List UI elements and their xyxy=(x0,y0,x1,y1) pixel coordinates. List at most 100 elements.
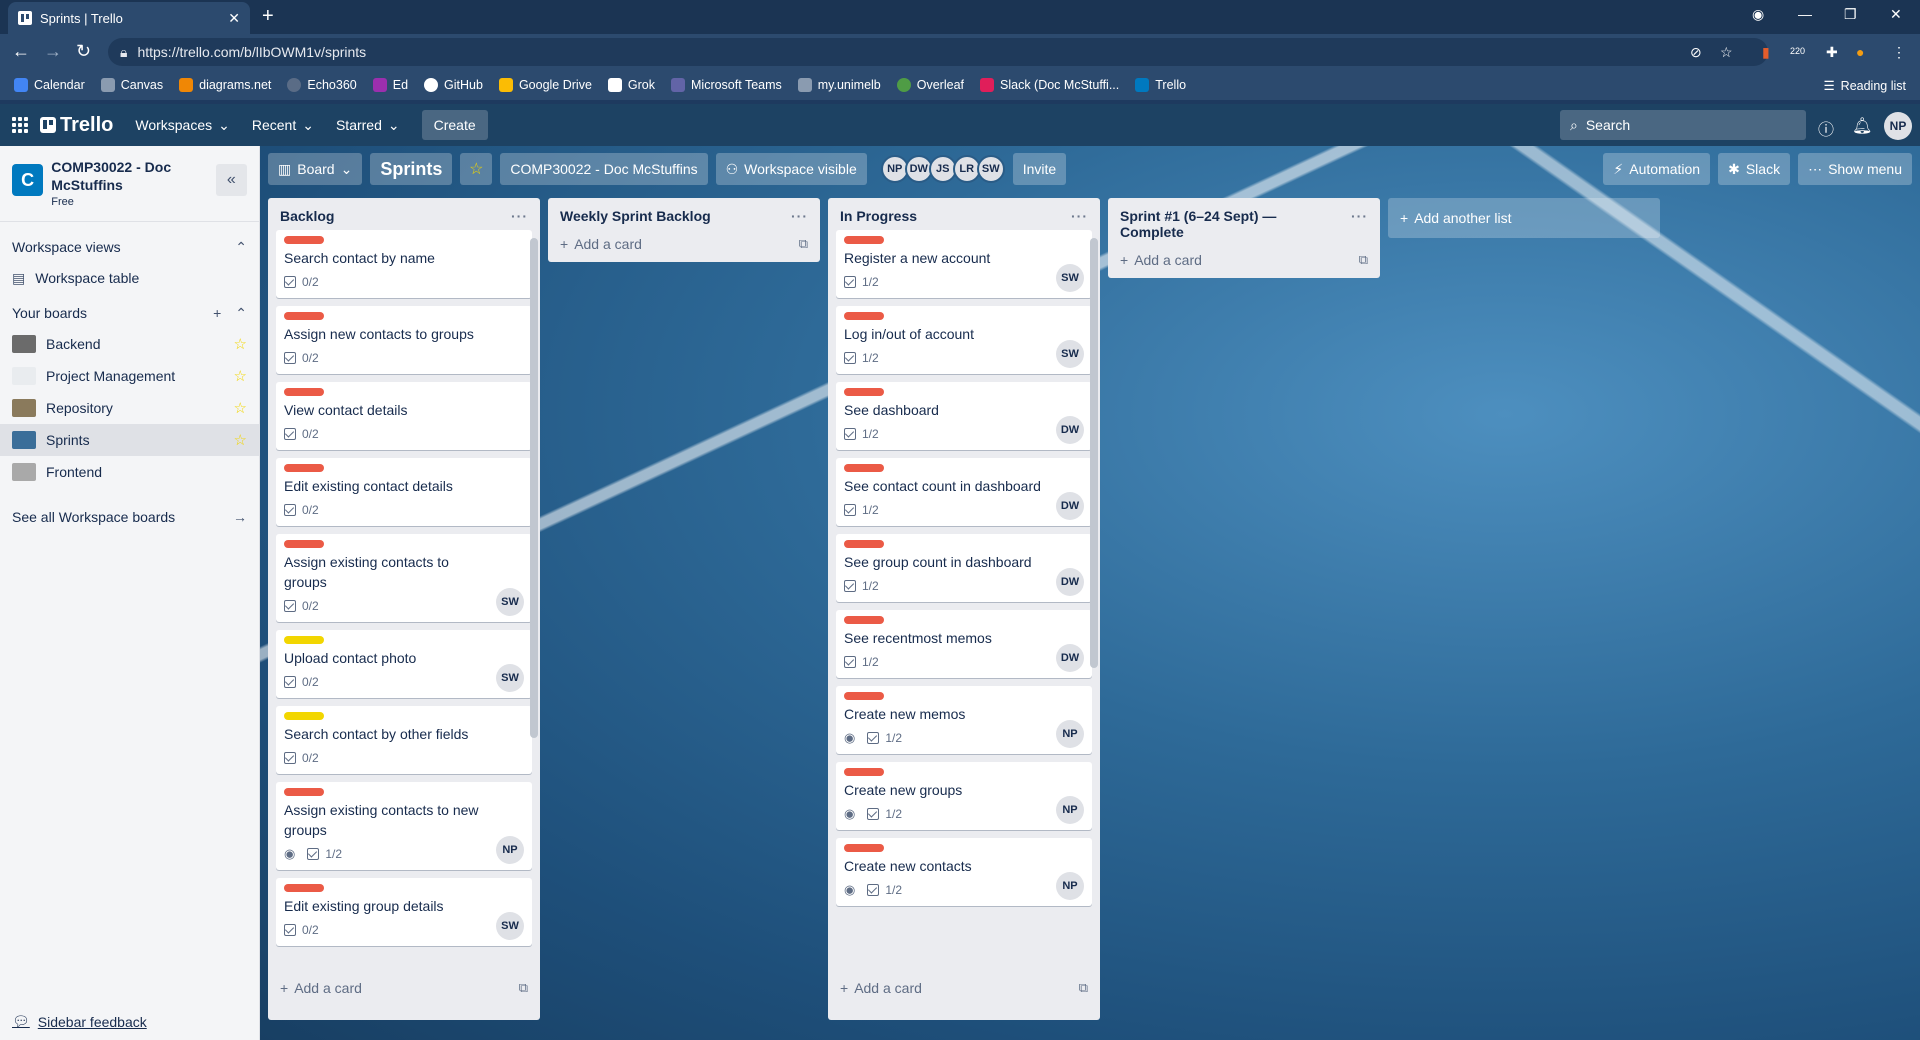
add-card-button[interactable]: + Add a card ⧉ xyxy=(828,974,1100,1006)
bookmark-grok[interactable]: Grok xyxy=(607,78,655,92)
card[interactable]: Assign existing contacts to groups 0/2 SW xyxy=(276,534,532,622)
card[interactable]: See contact count in dashboard 1/2 DW xyxy=(836,458,1092,526)
bookmark-calendar[interactable]: Calendar xyxy=(14,78,85,92)
workspace-logo[interactable]: C xyxy=(12,164,44,196)
card-member-avatar[interactable]: NP xyxy=(1056,720,1084,748)
trello-logo[interactable]: Trello xyxy=(40,114,113,137)
close-tab-icon[interactable]: ✕ xyxy=(228,10,240,27)
board-title[interactable]: Sprints xyxy=(370,153,453,185)
list-menu-icon[interactable]: ··· xyxy=(791,208,808,224)
extension-badge[interactable]: 220 xyxy=(1790,46,1805,56)
bookmark-canvas[interactable]: Canvas xyxy=(100,78,163,92)
card[interactable]: View contact details 0/2 xyxy=(276,382,532,450)
card[interactable]: See group count in dashboard 1/2 DW xyxy=(836,534,1092,602)
card-member-avatar[interactable]: SW xyxy=(496,912,524,940)
list-menu-icon[interactable]: ··· xyxy=(511,208,528,224)
create-button[interactable]: Create xyxy=(421,110,488,140)
star-board-icon[interactable]: ☆ xyxy=(460,153,493,185)
sidebar-item-sprints[interactable]: Sprints ☆ xyxy=(0,424,259,456)
see-all-boards-link[interactable]: See all Workspace boards → xyxy=(0,502,259,532)
recent-menu[interactable]: Recent ⌄ xyxy=(252,117,314,134)
bookmark-ed[interactable]: Ed xyxy=(372,78,408,92)
list-in-progress[interactable]: In Progress ··· Register a new account 1/2… xyxy=(828,198,1100,1020)
workspace-name[interactable]: COMP30022 - Doc McStuffins xyxy=(51,158,207,194)
red-label[interactable] xyxy=(284,540,324,548)
red-label[interactable] xyxy=(284,312,324,320)
card-member-avatar[interactable]: DW xyxy=(1056,568,1084,596)
workspace-views-section[interactable]: Workspace views ⌃ xyxy=(0,232,259,262)
bookmark-star-icon[interactable]: ☆ xyxy=(1720,44,1733,61)
red-label[interactable] xyxy=(844,464,884,472)
card-member-avatar[interactable]: NP xyxy=(1056,796,1084,824)
chevron-up-icon[interactable]: ⌃ xyxy=(235,305,247,322)
add-card-button[interactable]: + Add a card ⧉ xyxy=(1108,246,1380,278)
browser-menu-icon[interactable]: ⋮ xyxy=(1892,44,1906,61)
extensions-puzzle-icon[interactable]: ✚ xyxy=(1826,44,1838,61)
bookmark-trello[interactable]: Trello xyxy=(1135,78,1186,92)
card[interactable]: Register a new account 1/2 SW xyxy=(836,230,1092,298)
list-menu-icon[interactable]: ··· xyxy=(1351,208,1368,224)
add-card-button[interactable]: + Add a card ⧉ xyxy=(268,974,540,1006)
tracking-off-icon[interactable]: ⊘ xyxy=(1690,44,1702,61)
card-member-avatar[interactable]: SW xyxy=(1056,264,1084,292)
add-card-button[interactable]: + Add a card ⧉ xyxy=(548,230,820,262)
bookmark-github[interactable]: GitHub xyxy=(424,78,483,92)
card-member-avatar[interactable]: NP xyxy=(1056,872,1084,900)
invite-button[interactable]: Invite xyxy=(1012,153,1067,185)
card[interactable]: Create new groups ◉ 1/2 NP xyxy=(836,762,1092,830)
workspace-button[interactable]: COMP30022 - Doc McStuffins xyxy=(500,153,708,185)
bookmark-overleaf[interactable]: Overleaf xyxy=(896,78,964,92)
card[interactable]: Edit existing group details 0/2 SW xyxy=(276,878,532,946)
starred-menu[interactable]: Starred ⌄ xyxy=(336,117,400,134)
list-weekly-sprint-backlog[interactable]: Weekly Sprint Backlog ··· + Add a card ⧉ xyxy=(548,198,820,262)
close-window-icon[interactable]: ✕ xyxy=(1890,6,1902,23)
card-member-avatar[interactable]: NP xyxy=(496,836,524,864)
red-label[interactable] xyxy=(284,464,324,472)
red-label[interactable] xyxy=(844,388,884,396)
card[interactable]: See dashboard 1/2 DW xyxy=(836,382,1092,450)
yellow-label[interactable] xyxy=(284,712,324,720)
bookmark-google-drive[interactable]: Google Drive xyxy=(498,78,592,92)
red-label[interactable] xyxy=(284,788,324,796)
red-label[interactable] xyxy=(844,844,884,852)
sidebar-item-repository[interactable]: Repository ☆ xyxy=(0,392,259,424)
info-icon[interactable]: ⓘ xyxy=(1818,116,1834,140)
card[interactable]: Upload contact photo 0/2 SW xyxy=(276,630,532,698)
bookmark-diagrams[interactable]: diagrams.net xyxy=(179,78,271,92)
card-template-icon[interactable]: ⧉ xyxy=(799,236,808,252)
sidebar-item-frontend[interactable]: Frontend xyxy=(0,456,259,488)
star-icon[interactable]: ☆ xyxy=(234,399,247,417)
card-member-avatar[interactable]: DW xyxy=(1056,492,1084,520)
sidebar-item-backend[interactable]: Backend ☆ xyxy=(0,328,259,360)
board-view-switcher[interactable]: ▥ Board ⌄ xyxy=(268,153,363,185)
red-label[interactable] xyxy=(844,540,884,548)
app-switcher-icon[interactable] xyxy=(12,117,28,133)
automation-button[interactable]: ⚡︎ Automation xyxy=(1603,153,1711,185)
search-input[interactable]: ⌕ Search xyxy=(1560,110,1806,140)
card-member-avatar[interactable]: DW xyxy=(1056,644,1084,672)
extension-icon[interactable]: ▮ xyxy=(1762,44,1770,61)
card-template-icon[interactable]: ⧉ xyxy=(1079,980,1088,996)
scrollbar[interactable] xyxy=(1090,238,1098,668)
card-member-avatar[interactable]: SW xyxy=(496,588,524,616)
sidebar-feedback-link[interactable]: 💬︎ Sidebar feedback xyxy=(12,1013,147,1030)
list-backlog[interactable]: Backlog ··· Search contact by name 0/2 Assi… xyxy=(268,198,540,1020)
card-template-icon[interactable]: ⧉ xyxy=(1359,252,1368,268)
slack-button[interactable]: ✱ Slack xyxy=(1718,153,1791,185)
visibility-button[interactable]: ⚇ Workspace visible xyxy=(715,153,867,185)
collapse-sidebar-button[interactable]: « xyxy=(215,164,247,196)
red-label[interactable] xyxy=(284,388,324,396)
card[interactable]: Create new memos ◉ 1/2 NP xyxy=(836,686,1092,754)
card-member-avatar[interactable]: SW xyxy=(1056,340,1084,368)
member-avatar[interactable]: SW xyxy=(976,155,1005,183)
workspaces-menu[interactable]: Workspaces ⌄ xyxy=(135,117,230,134)
yellow-label[interactable] xyxy=(284,636,324,644)
red-label[interactable] xyxy=(844,616,884,624)
bookmark-slack[interactable]: Slack (Doc McStuffi... xyxy=(980,78,1119,92)
red-label[interactable] xyxy=(284,884,324,892)
star-icon[interactable]: ☆ xyxy=(234,335,247,353)
red-label[interactable] xyxy=(844,236,884,244)
star-icon[interactable]: ☆ xyxy=(234,367,247,385)
card[interactable]: Assign existing contacts to new groups ◉ 1… xyxy=(276,782,532,870)
minimize-icon[interactable]: — xyxy=(1798,6,1812,22)
